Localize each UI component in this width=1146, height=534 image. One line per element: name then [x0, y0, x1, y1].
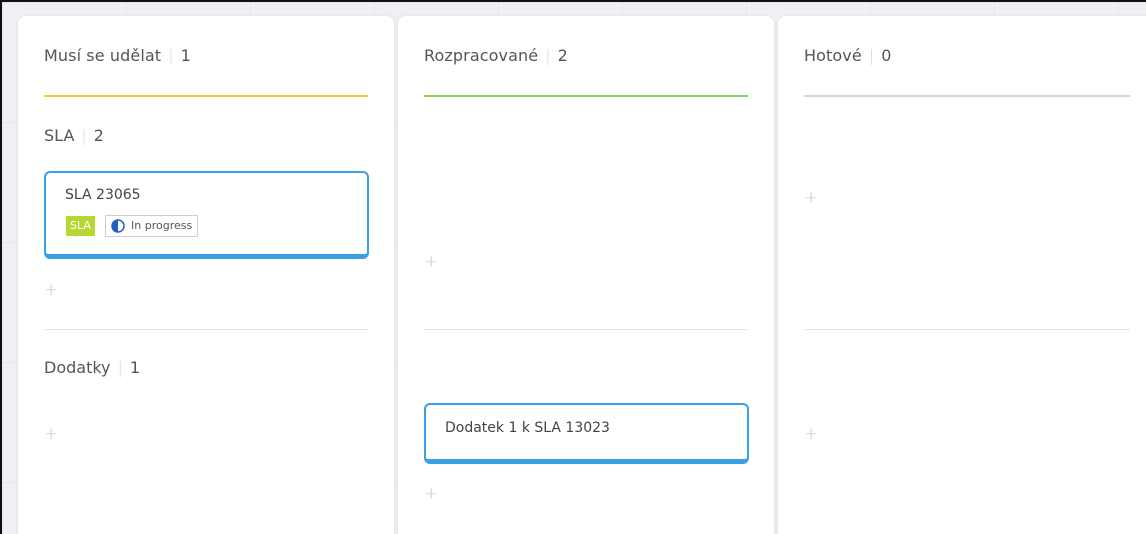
add-card-button[interactable]: + [424, 486, 438, 503]
header-separator: | [81, 126, 87, 145]
card-title: SLA 23065 [65, 187, 141, 203]
column-count: 0 [881, 46, 892, 65]
swimlane-header-sla: SLA | 2 [44, 126, 104, 145]
column-count: 2 [557, 46, 568, 65]
column-accent-line [44, 95, 368, 97]
add-card-button[interactable]: + [44, 282, 58, 299]
column-header-in-progress: Rozpracované | 2 [424, 46, 748, 65]
sla-tag: SLA [66, 216, 95, 236]
card-title: Dodatek 1 k SLA 13023 [445, 420, 610, 436]
header-separator: | [168, 46, 174, 65]
swimlane-header-dodatky: Dodatky | 1 [44, 358, 140, 377]
add-card-button[interactable]: + [44, 426, 58, 443]
swimlane-divider [424, 329, 748, 330]
column-count: 1 [180, 46, 191, 65]
header-separator: | [868, 46, 875, 65]
add-card-button[interactable]: + [804, 190, 818, 207]
task-card-dodatek[interactable]: Dodatek 1 k SLA 13023 [424, 403, 749, 464]
swimlane-divider [44, 329, 368, 330]
column-title: Hotové [804, 46, 862, 65]
kanban-board: Musí se udělat | 1 SLA | 2 SLA 23065 SLA In … [0, 0, 1146, 534]
column-accent-line [424, 95, 748, 97]
task-card-sla-23065[interactable]: SLA 23065 SLA In progress [44, 171, 369, 259]
header-separator: | [117, 358, 123, 377]
column-title: Rozpracované [424, 46, 539, 65]
swimlane-count: 2 [93, 126, 104, 145]
status-label: In progress [131, 219, 193, 232]
header-separator: | [545, 46, 551, 65]
column-done: Hotové | 0 + + [778, 16, 1146, 534]
column-header-done: Hotové | 0 [804, 46, 1132, 65]
half-circle-progress-icon [111, 219, 125, 233]
status-badge[interactable]: In progress [105, 215, 199, 237]
column-must-do: Musí se udělat | 1 SLA | 2 SLA 23065 SLA In … [18, 16, 394, 534]
column-in-progress: Rozpracované | 2 + Dodatek 1 k SLA 13023 + [398, 16, 774, 534]
column-header-must-do: Musí se udělat | 1 [44, 46, 368, 65]
swimlane-title: SLA [44, 126, 75, 145]
swimlane-count: 1 [129, 358, 141, 377]
swimlane-divider [804, 329, 1130, 330]
column-title: Musí se udělat [44, 46, 162, 65]
add-card-button[interactable]: + [804, 426, 818, 443]
swimlane-title: Dodatky [44, 358, 111, 377]
column-accent-line [804, 95, 1130, 97]
add-card-button[interactable]: + [424, 254, 438, 271]
